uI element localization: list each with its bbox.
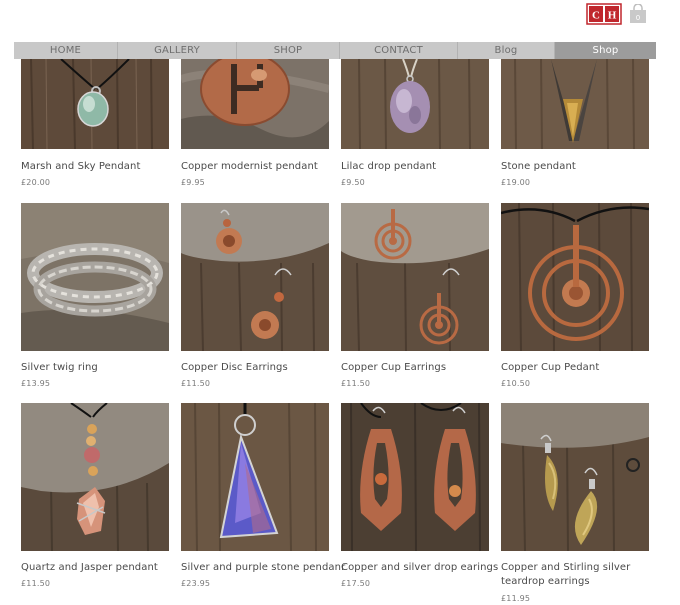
product-name[interactable]: Silver twig ring	[21, 362, 98, 373]
product-name[interactable]: Copper Cup Pedant	[501, 362, 599, 373]
product-image[interactable]	[341, 403, 489, 551]
product-image[interactable]	[181, 403, 329, 551]
product-price: £9.95	[181, 178, 205, 187]
product-image[interactable]	[341, 59, 489, 149]
site-logo[interactable]: C H	[586, 3, 622, 25]
svg-text:C: C	[592, 10, 600, 22]
product-price: £17.50	[341, 579, 371, 588]
product-price: £11.50	[341, 379, 371, 388]
product-name[interactable]: Copper and Stirling silver teardrop earr…	[501, 561, 651, 589]
product-price: £13.95	[21, 379, 51, 388]
nav-blog[interactable]: Blog	[458, 42, 555, 59]
product-price: £11.95	[501, 594, 531, 603]
product-name[interactable]: Lilac drop pendant	[341, 161, 436, 172]
product-name[interactable]: Stone pendant	[501, 161, 576, 172]
svg-text:H: H	[608, 10, 617, 22]
product-price: £11.50	[181, 379, 211, 388]
product-image[interactable]	[21, 403, 169, 551]
product-image[interactable]	[341, 203, 489, 351]
product-price: £23.95	[181, 579, 211, 588]
product-image[interactable]	[501, 59, 649, 149]
product-image[interactable]	[501, 403, 649, 551]
product-name[interactable]: Copper modernist pendant	[181, 161, 318, 172]
product-price: £11.50	[21, 579, 51, 588]
product-price: £20.00	[21, 178, 51, 187]
product-price: £10.50	[501, 379, 531, 388]
nav-shop[interactable]: SHOP	[237, 42, 340, 59]
nav-contact[interactable]: CONTACT	[340, 42, 458, 59]
nav-gallery[interactable]: GALLERY	[118, 42, 237, 59]
main-nav: HOME GALLERY SHOP CONTACT Blog Shop	[14, 42, 656, 59]
product-image[interactable]	[181, 203, 329, 351]
nav-shop-active[interactable]: Shop	[555, 42, 656, 59]
product-name[interactable]: Copper and silver drop earings	[341, 562, 498, 573]
product-image[interactable]	[181, 59, 329, 149]
product-image[interactable]	[21, 59, 169, 149]
nav-home[interactable]: HOME	[14, 42, 118, 59]
product-price: £19.00	[501, 178, 531, 187]
cart-count: 0	[636, 14, 640, 22]
product-image[interactable]	[21, 203, 169, 351]
cart-icon[interactable]: 0	[629, 3, 647, 24]
product-price: £9.50	[341, 178, 365, 187]
product-name[interactable]: Copper Cup Earrings	[341, 362, 446, 373]
product-name[interactable]: Quartz and Jasper pendant	[21, 562, 158, 573]
product-name[interactable]: Copper Disc Earrings	[181, 362, 288, 373]
product-name[interactable]: Silver and purple stone pendanr	[181, 562, 345, 573]
product-name[interactable]: Marsh and Sky Pendant	[21, 161, 140, 172]
product-image[interactable]	[501, 203, 649, 351]
